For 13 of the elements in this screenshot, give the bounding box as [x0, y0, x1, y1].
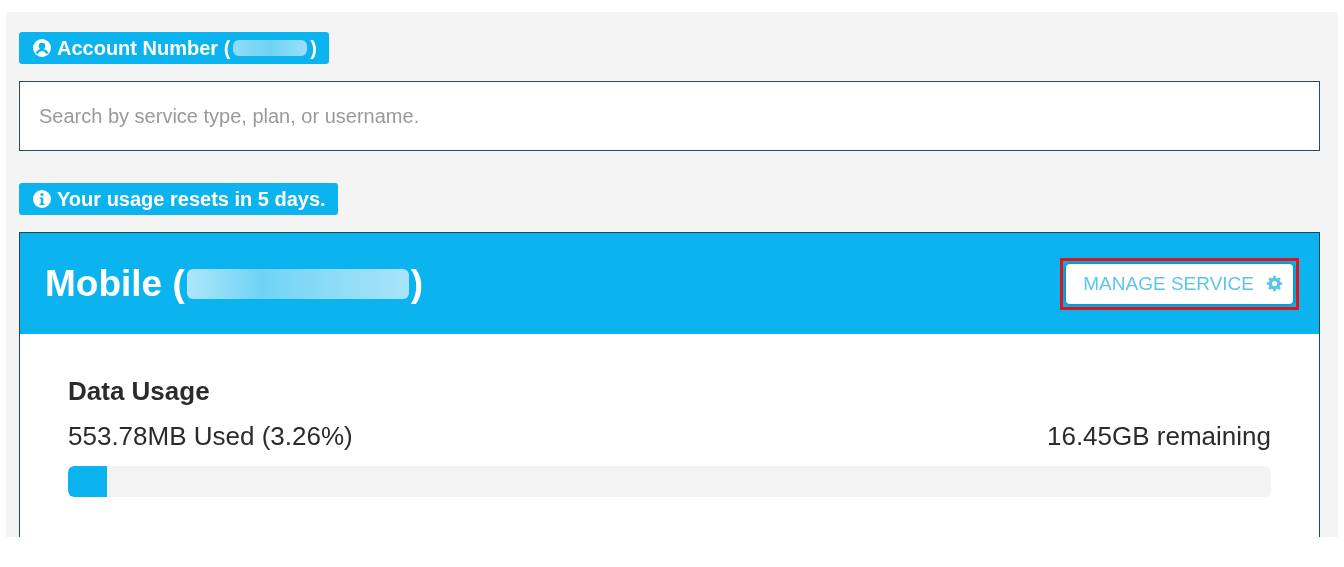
- search-field[interactable]: Search by service type, plan, or username.: [19, 81, 1320, 151]
- account-number-label: Account Number (: [57, 36, 231, 60]
- used-amount: 553.78MB Used (3.26%): [68, 421, 353, 452]
- remaining-amount: 16.45GB remaining: [1046, 421, 1271, 452]
- user-icon: [32, 38, 52, 58]
- info-icon: [32, 189, 52, 209]
- service-title: Mobile (: [45, 262, 185, 305]
- closing-parenthesis: ): [310, 36, 317, 60]
- data-usage-heading: Data Usage: [68, 376, 211, 407]
- gear-icon: [1266, 275, 1283, 292]
- notice-text: Your usage resets in 5 days.: [57, 187, 326, 211]
- manage-service-button[interactable]: MANAGE SERVICE: [1066, 263, 1293, 304]
- closing-parenthesis: ): [410, 262, 424, 305]
